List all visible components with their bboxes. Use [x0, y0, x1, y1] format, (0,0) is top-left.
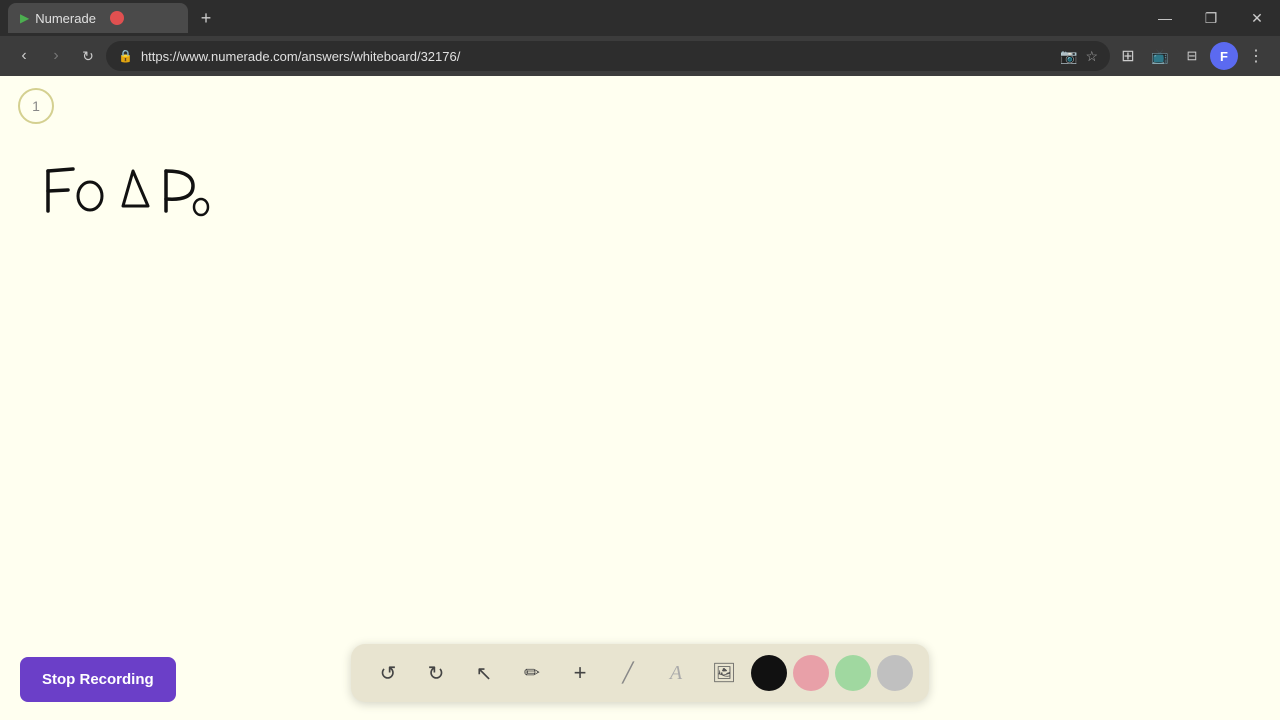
close-button[interactable]: ✕ — [1234, 0, 1280, 36]
undo-button[interactable]: ↺ — [367, 652, 409, 694]
maximize-button[interactable]: ❐ — [1188, 0, 1234, 36]
select-tool-button[interactable]: ↖ — [463, 652, 505, 694]
math-handwriting — [18, 131, 238, 226]
page-number: 1 — [32, 98, 40, 114]
pen-tool-button[interactable]: ✏ — [511, 652, 553, 694]
tab-close-btn[interactable] — [110, 11, 124, 25]
new-tab-button[interactable]: + — [192, 4, 220, 32]
star-icon[interactable]: ☆ — [1085, 48, 1098, 65]
color-green[interactable] — [835, 655, 871, 691]
camera-icon: 📷 — [1060, 48, 1077, 65]
minimize-button[interactable]: — — [1142, 0, 1188, 36]
url-display: https://www.numerade.com/answers/whitebo… — [141, 49, 460, 64]
browser-window: ▶ Numerade + — ❐ ✕ ‹ › ↻ 🔒 https://www.n… — [0, 0, 1280, 720]
window-controls: — ❐ ✕ — [1142, 0, 1280, 36]
text-tool-button[interactable]: A — [655, 652, 697, 694]
color-pink[interactable] — [793, 655, 829, 691]
tab-title: Numerade — [35, 11, 96, 26]
screen-cast-button[interactable]: 📺 — [1146, 42, 1174, 70]
image-tool-button[interactable]: 🖼 — [703, 652, 745, 694]
color-gray[interactable] — [877, 655, 913, 691]
bottom-toolbar: ↺ ↻ ↖ ✏ + ╱ A 🖼 — [351, 644, 929, 702]
redo-button[interactable]: ↻ — [415, 652, 457, 694]
highlight-tool-button[interactable]: ╱ — [607, 652, 649, 694]
forward-button[interactable]: › — [42, 42, 70, 70]
menu-button[interactable]: ⋮ — [1242, 42, 1270, 70]
stop-recording-label: Stop Recording — [42, 671, 154, 688]
lock-icon: 🔒 — [118, 49, 133, 63]
add-tool-button[interactable]: + — [559, 652, 601, 694]
stop-recording-button[interactable]: Stop Recording — [20, 657, 176, 702]
extensions-button[interactable]: ⊞ — [1114, 42, 1142, 70]
address-bar[interactable]: 🔒 https://www.numerade.com/answers/white… — [106, 41, 1110, 71]
page-number-indicator: 1 — [18, 88, 54, 124]
back-button[interactable]: ‹ — [10, 42, 38, 70]
active-tab[interactable]: ▶ Numerade — [8, 3, 188, 33]
color-black[interactable] — [751, 655, 787, 691]
refresh-button[interactable]: ↻ — [74, 42, 102, 70]
tab-favicon: ▶ — [20, 11, 29, 25]
math-svg — [18, 131, 238, 221]
tab-bar: ▶ Numerade + — ❐ ✕ — [0, 0, 1280, 36]
profile-avatar[interactable]: F — [1210, 42, 1238, 70]
whiteboard-area: 1 ↺ ↻ — [0, 76, 1280, 720]
nav-bar: ‹ › ↻ 🔒 https://www.numerade.com/answers… — [0, 36, 1280, 76]
tab-manager-button[interactable]: ⊟ — [1178, 42, 1206, 70]
